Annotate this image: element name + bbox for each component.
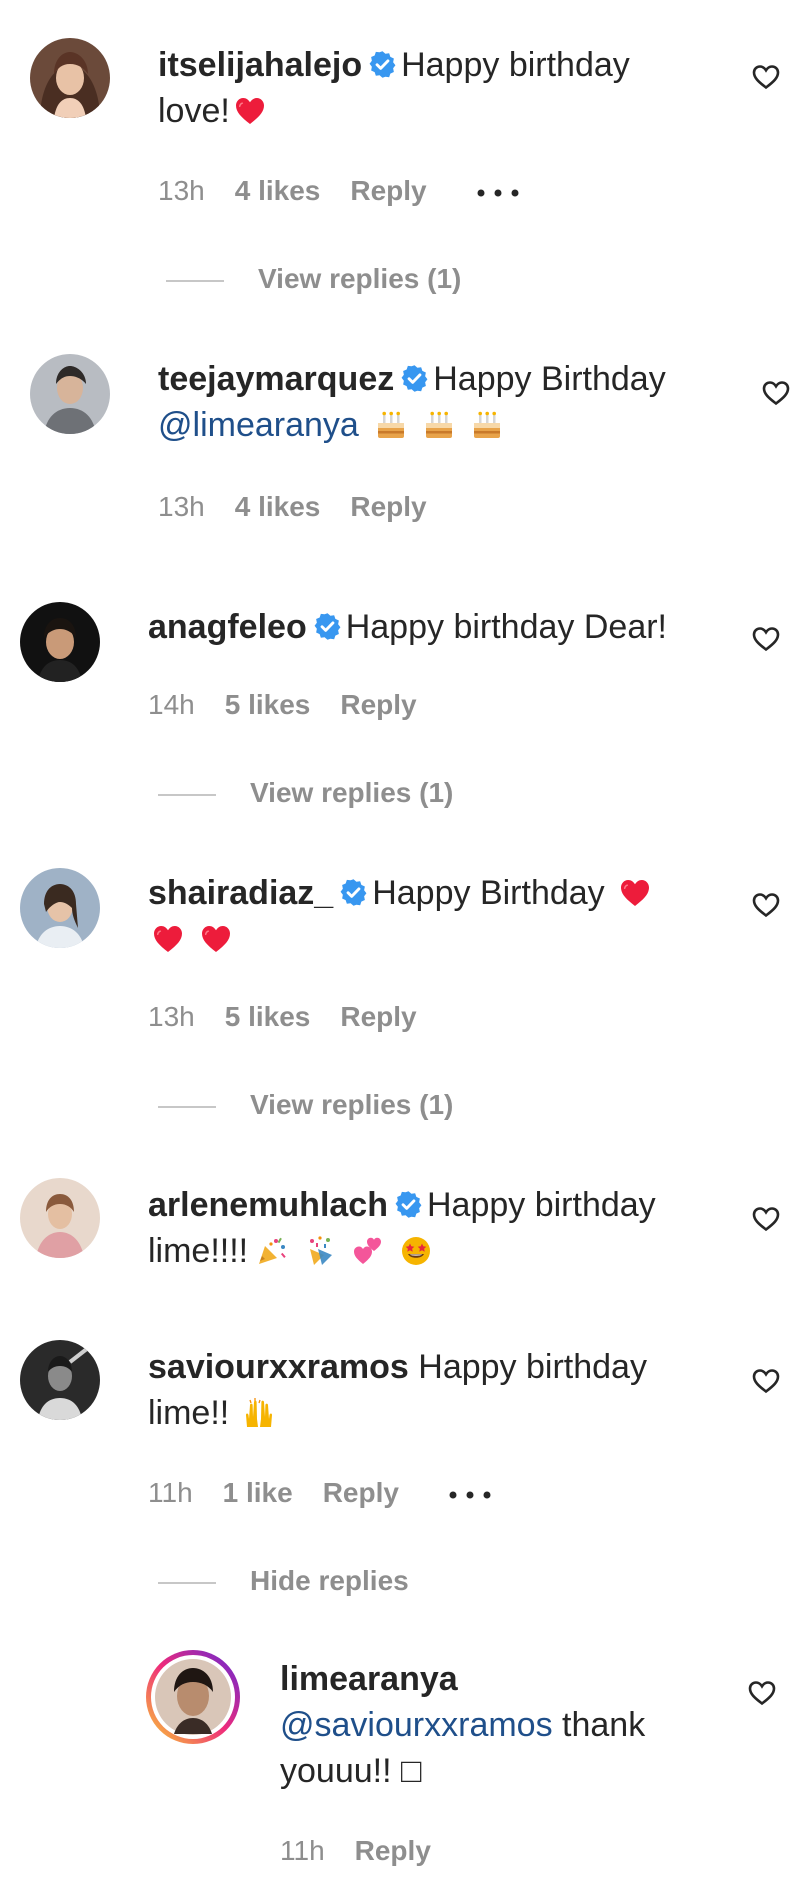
reply-button[interactable]: Reply [350, 175, 426, 206]
like-heart-icon[interactable] [752, 1368, 780, 1394]
view-replies-label: View replies (1) [250, 1089, 454, 1120]
verified-badge-icon [394, 1190, 423, 1219]
like-heart-icon[interactable] [752, 1206, 780, 1232]
username[interactable]: anagfeleo [148, 608, 307, 646]
comment-body: lime!! [148, 1394, 230, 1432]
comment-meta: 13h 4 likes Reply [158, 174, 519, 208]
red-heart-icon [234, 95, 266, 127]
comment-text: anagfeleo Happy birthday Dear! [148, 604, 708, 650]
like-heart-icon[interactable] [752, 64, 780, 90]
comment-body: Happy birthday [401, 46, 630, 84]
likes-count[interactable]: 4 likes [235, 491, 321, 522]
username[interactable]: shairadiaz_ [148, 874, 333, 912]
username[interactable]: limearanya [280, 1660, 458, 1698]
party-popper-icon [256, 1235, 288, 1267]
reply-text: limearanya @saviourxxramos thank youuu!!… [280, 1656, 720, 1794]
comment-body: Happy birthday [426, 1186, 656, 1224]
comment-body: Happy Birthday [433, 360, 666, 398]
hide-replies-label: Hide replies [250, 1565, 409, 1596]
view-replies-label: View replies (1) [250, 777, 454, 808]
avatar-story-ring[interactable] [144, 1648, 242, 1746]
comment-body: youuu!! □ [280, 1752, 422, 1790]
red-heart-icon [152, 923, 184, 955]
comment-meta: 11h 1 like Reply [148, 1476, 491, 1510]
view-replies-label: View replies (1) [258, 263, 462, 294]
likes-count[interactable]: 5 likes [225, 1001, 311, 1032]
like-heart-icon[interactable] [752, 626, 780, 652]
avatar[interactable] [30, 38, 110, 118]
comment-body: lime!!!! [148, 1232, 249, 1270]
avatar[interactable] [20, 868, 100, 948]
avatar[interactable] [20, 1340, 100, 1420]
comment-body: Happy Birthday [372, 874, 605, 912]
comment-body: love! [158, 92, 230, 130]
verified-badge-icon [313, 612, 342, 641]
like-heart-icon[interactable] [748, 1680, 776, 1706]
verified-badge-icon [339, 878, 368, 907]
like-heart-icon[interactable] [762, 380, 790, 406]
username[interactable]: itselijahalejo [158, 46, 362, 84]
replies-divider [158, 793, 216, 796]
view-replies-button[interactable]: View replies (1) [166, 262, 461, 296]
hide-replies-button[interactable]: Hide replies [158, 1564, 409, 1598]
verified-badge-icon [368, 50, 397, 79]
timestamp: 14h [148, 689, 195, 720]
reply-button[interactable]: Reply [340, 689, 416, 720]
verified-badge-icon [400, 364, 429, 393]
birthday-cake-icon [375, 409, 407, 441]
replies-divider [166, 279, 224, 282]
reply-meta: 11h Reply [280, 1834, 461, 1868]
username[interactable]: teejaymarquez [158, 360, 394, 398]
comment-text: arlenemuhlach Happy birthday lime!!!! [148, 1182, 708, 1274]
birthday-cake-icon [471, 409, 503, 441]
timestamp: 13h [158, 175, 205, 206]
mention-link[interactable]: @saviourxxramos [280, 1706, 553, 1744]
two-hearts-icon [352, 1235, 384, 1267]
red-heart-icon [200, 923, 232, 955]
avatar[interactable] [20, 1178, 100, 1258]
timestamp: 13h [148, 1001, 195, 1032]
reply-button[interactable]: Reply [323, 1477, 399, 1508]
raised-hands-icon [243, 1397, 275, 1429]
timestamp: 11h [280, 1835, 325, 1866]
replies-divider [158, 1581, 216, 1584]
comment-text: shairadiaz_ Happy Birthday [148, 870, 708, 962]
view-replies-button[interactable]: View replies (1) [158, 1088, 453, 1122]
avatar[interactable] [20, 602, 100, 682]
comment-text: itselijahalejo Happy birthday love! [158, 42, 678, 134]
comment-meta: 13h 5 likes Reply [148, 1000, 447, 1034]
likes-count[interactable]: 4 likes [235, 175, 321, 206]
star-struck-icon [400, 1235, 432, 1267]
username[interactable]: arlenemuhlach [148, 1186, 388, 1224]
more-options-icon[interactable] [477, 189, 519, 197]
confetti-icon [304, 1235, 336, 1267]
like-heart-icon[interactable] [752, 892, 780, 918]
timestamp: 11h [148, 1477, 193, 1508]
username[interactable]: saviourxxramos [148, 1348, 409, 1386]
reply-button[interactable]: Reply [355, 1835, 431, 1866]
replies-divider [158, 1105, 216, 1108]
reply-button[interactable]: Reply [340, 1001, 416, 1032]
timestamp: 13h [158, 491, 205, 522]
reply-button[interactable]: Reply [350, 491, 426, 522]
comment-meta: 13h 4 likes Reply [158, 490, 457, 524]
mention-link[interactable]: @limearanya [158, 406, 359, 444]
avatar[interactable] [30, 354, 110, 434]
likes-count[interactable]: 5 likes [225, 689, 311, 720]
view-replies-button[interactable]: View replies (1) [158, 776, 453, 810]
birthday-cake-icon [423, 409, 455, 441]
likes-count[interactable]: 1 like [223, 1477, 293, 1508]
comment-body: Happy birthday Dear! [345, 608, 667, 646]
comment-text: teejaymarquez Happy Birthday @limearanya [158, 356, 698, 448]
comment-body: thank [562, 1706, 646, 1744]
comment-text: saviourxxramos Happy birthday lime!! [148, 1344, 708, 1436]
comment-body: Happy birthday [418, 1348, 647, 1386]
comment-meta: 14h 5 likes Reply [148, 688, 447, 722]
more-options-icon[interactable] [449, 1491, 491, 1499]
red-heart-icon [619, 877, 651, 909]
